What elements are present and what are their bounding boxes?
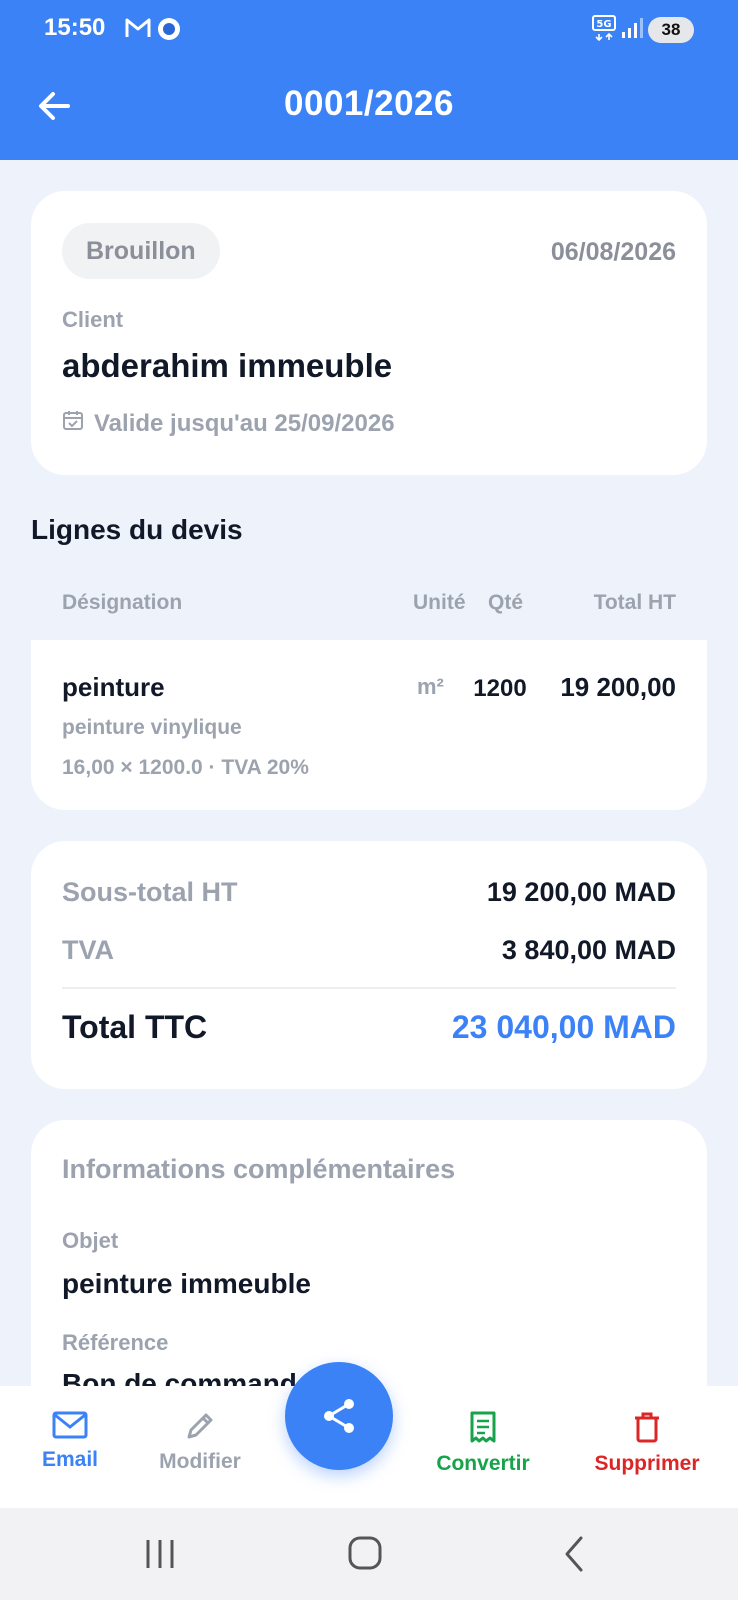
- lines-section-title: Lignes du devis: [31, 514, 243, 545]
- object-label: Objet: [62, 1228, 119, 1253]
- quote-summary-card: Brouillon 06/08/2026 Client abderahim im…: [31, 191, 707, 475]
- tva-value: 3 840,00 MAD: [501, 935, 676, 965]
- subtotal-label: Sous-total HT: [62, 877, 238, 907]
- quote-line-row[interactable]: peinture peinture vinylique 16,00 × 1200…: [31, 640, 707, 810]
- network-5g-icon: 5G: [592, 14, 618, 47]
- email-button-label: Email: [41, 1448, 99, 1471]
- delete-button[interactable]: Supprimer: [582, 1410, 712, 1476]
- reference-label: Référence: [62, 1330, 169, 1355]
- status-time: 15:50: [44, 14, 106, 41]
- totals-card: Sous-total HT 19 200,00 MAD TVA 3 840,00…: [31, 841, 707, 1089]
- delete-button-label: Supprimer: [594, 1452, 700, 1475]
- battery-indicator: 38: [648, 17, 694, 43]
- validity-row: Valide jusqu'au 25/09/2026: [62, 409, 395, 438]
- total-ttc-label: Total TTC: [62, 1009, 208, 1045]
- calendar-check-icon: [62, 409, 84, 438]
- network-label: 5G: [596, 19, 611, 30]
- client-name: abderahim immeuble: [62, 347, 393, 384]
- convert-button[interactable]: Convertir: [423, 1410, 543, 1476]
- totals-divider: [62, 987, 676, 989]
- edit-button[interactable]: Modifier: [140, 1410, 260, 1474]
- total-ttc-value: 23 040,00 MAD: [451, 1009, 676, 1045]
- mail-icon: [10, 1410, 130, 1440]
- share-fab-button[interactable]: [285, 1362, 393, 1470]
- line-item-calculation: 16,00 × 1200.0 · TVA 20%: [62, 756, 309, 779]
- line-item-qty: 1200: [473, 675, 527, 702]
- subtotal-value: 19 200,00 MAD: [486, 877, 676, 907]
- client-label: Client: [62, 307, 124, 332]
- trash-icon: [582, 1410, 712, 1444]
- app-bar: 15:50 5G 38 0001/2026: [0, 0, 738, 160]
- receipt-icon: [423, 1410, 543, 1444]
- column-header-designation: Désignation: [62, 591, 183, 614]
- column-header-total: Total HT: [593, 591, 676, 614]
- edit-button-label: Modifier: [159, 1450, 241, 1473]
- convert-button-label: Convertir: [436, 1452, 530, 1475]
- column-header-unit: Unité: [413, 591, 466, 614]
- status-bar: 15:50 5G 38: [0, 0, 738, 60]
- line-item-description: peinture vinylique: [62, 716, 242, 739]
- object-value: peinture immeuble: [62, 1268, 311, 1299]
- validity-text: Valide jusqu'au 25/09/2026: [94, 409, 395, 437]
- share-icon: [319, 1396, 359, 1441]
- home-icon[interactable]: [335, 1534, 395, 1574]
- phone-app-icon: [156, 16, 182, 47]
- line-item-unit: m²: [417, 674, 444, 699]
- page-title: 0001/2026: [284, 84, 454, 123]
- quote-date: 06/08/2026: [550, 238, 676, 266]
- recent-apps-icon[interactable]: [130, 1534, 190, 1574]
- signal-icon: [620, 16, 644, 45]
- line-item-total: 19 200,00: [560, 672, 676, 702]
- info-section-title: Informations complémentaires: [62, 1154, 456, 1184]
- tva-label: TVA: [62, 935, 114, 965]
- column-header-qty: Qté: [488, 591, 524, 614]
- status-badge: Brouillon: [62, 223, 220, 279]
- back-nav-icon[interactable]: [545, 1534, 605, 1574]
- pencil-icon: [140, 1410, 260, 1442]
- system-nav-bar: [0, 1508, 738, 1600]
- email-button[interactable]: Email: [10, 1410, 130, 1472]
- line-item-name: peinture: [62, 672, 165, 702]
- gmail-icon: [124, 16, 152, 45]
